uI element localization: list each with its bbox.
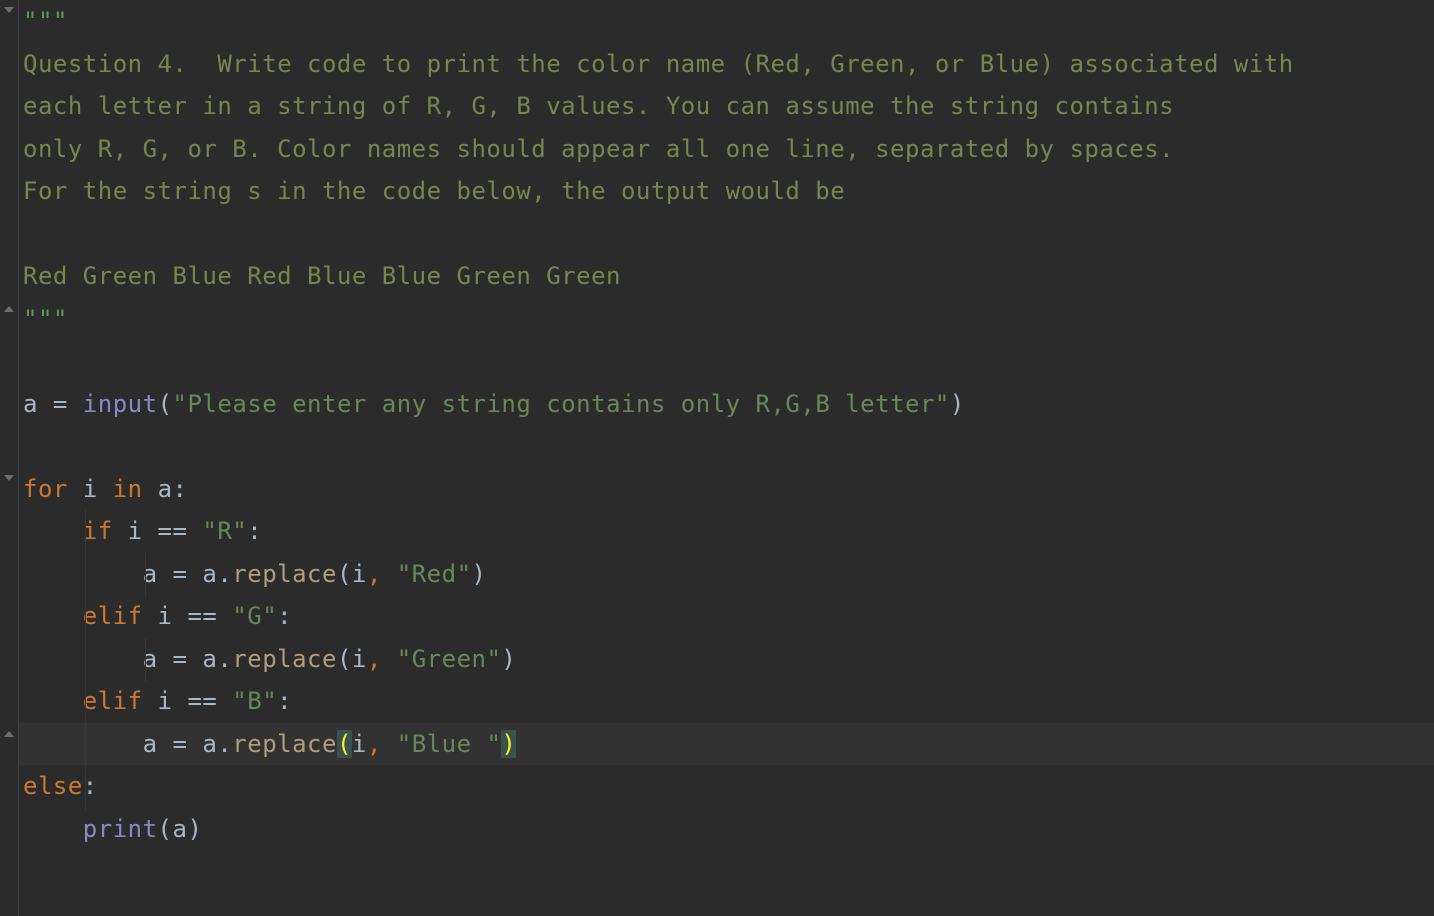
paren-match-close: ) [501,730,516,758]
paren: ) [187,815,202,843]
code-line[interactable]: else: [19,765,1434,808]
fold-close-icon[interactable] [3,303,15,315]
indent [23,560,143,588]
colon: : [277,602,292,630]
string: "Please enter any string contains only R… [173,390,950,418]
method-replace: replace [232,730,337,758]
code-line[interactable]: elif i == "B": [19,680,1434,723]
paren: ) [501,645,516,673]
docstring-text: For the string s in the code below, the … [23,177,845,205]
arg: i [352,645,367,673]
docstring-text: Question 4. Write code to print the colo… [23,50,1294,78]
gutter [0,0,19,916]
code-line[interactable]: """ [19,298,1434,341]
colon: : [277,687,292,715]
keyword-in: in [113,475,143,503]
keyword-for: for [23,475,68,503]
paren: ( [337,560,352,588]
docstring-quote: """ [23,305,68,333]
comma: , [367,645,397,673]
op: = [38,390,83,418]
code-line[interactable]: if i == "R": [19,510,1434,553]
string: "Green" [397,645,502,673]
var: a: [158,475,188,503]
paren-match-open: ( [337,730,352,758]
keyword-else: else [23,772,83,800]
var: i [83,475,98,503]
arg: i [352,560,367,588]
indent [23,815,83,843]
docstring-text: only R, G, or B. Color names should appe… [23,135,1174,163]
paren: ( [158,815,173,843]
code-line[interactable]: """ [19,0,1434,43]
method-replace: replace [232,560,337,588]
fold-close-icon[interactable] [3,728,15,740]
indent [23,602,83,630]
fold-open-icon[interactable] [3,472,15,484]
var: a [23,390,38,418]
code-line[interactable]: a = a.replace(i, "Red") [19,553,1434,596]
paren: ( [337,645,352,673]
colon: : [247,517,262,545]
code-line[interactable]: Question 4. Write code to print the colo… [19,43,1434,86]
indent [23,687,83,715]
paren: ( [158,390,173,418]
builtin-input: input [83,390,158,418]
paren: ) [950,390,965,418]
code-line[interactable]: Red Green Blue Red Blue Blue Green Green [19,255,1434,298]
expr: a = a. [143,560,233,588]
expr: i == [143,687,233,715]
string: "R" [202,517,247,545]
indent [23,645,143,673]
string: "G" [232,602,277,630]
docstring-text: Red Green Blue Red Blue Blue Green Green [23,262,621,290]
sp [68,475,83,503]
code-line[interactable]: for i in a: [19,468,1434,511]
code-line[interactable]: each letter in a string of R, G, B value… [19,85,1434,128]
code-line[interactable] [19,340,1434,383]
code-line[interactable] [19,425,1434,468]
code-line-current[interactable]: a = a.replace(i, "Blue ") [19,723,1434,766]
keyword-elif: elif [83,687,143,715]
comma: , [367,730,397,758]
builtin-print: print [83,815,158,843]
docstring-text: each letter in a string of R, G, B value… [23,92,1174,120]
sp [98,475,113,503]
string: "Red" [397,560,472,588]
code-area[interactable]: """ Question 4. Write code to print the … [19,0,1434,916]
code-line[interactable]: print(a) [19,808,1434,851]
expr: i == [143,602,233,630]
expr: a = a. [143,645,233,673]
docstring-quote: """ [23,7,68,35]
paren: ) [472,560,487,588]
arg: a [173,815,188,843]
expr: i == [113,517,203,545]
code-line[interactable]: a = input("Please enter any string conta… [19,383,1434,426]
indent [23,517,83,545]
code-line[interactable]: elif i == "G": [19,595,1434,638]
keyword-elif: elif [83,602,143,630]
indent [23,730,143,758]
code-editor[interactable]: """ Question 4. Write code to print the … [0,0,1434,916]
fold-open-icon[interactable] [3,4,15,16]
expr: a = a. [143,730,233,758]
method-replace: replace [232,645,337,673]
comma: , [367,560,397,588]
keyword-if: if [83,517,113,545]
string: "Blue " [397,730,502,758]
code-line[interactable]: a = a.replace(i, "Green") [19,638,1434,681]
code-line[interactable] [19,213,1434,256]
sp [143,475,158,503]
code-line[interactable] [19,850,1434,893]
colon: : [83,772,98,800]
arg: i [352,730,367,758]
string: "B" [232,687,277,715]
code-line[interactable]: only R, G, or B. Color names should appe… [19,128,1434,171]
code-line[interactable]: For the string s in the code below, the … [19,170,1434,213]
